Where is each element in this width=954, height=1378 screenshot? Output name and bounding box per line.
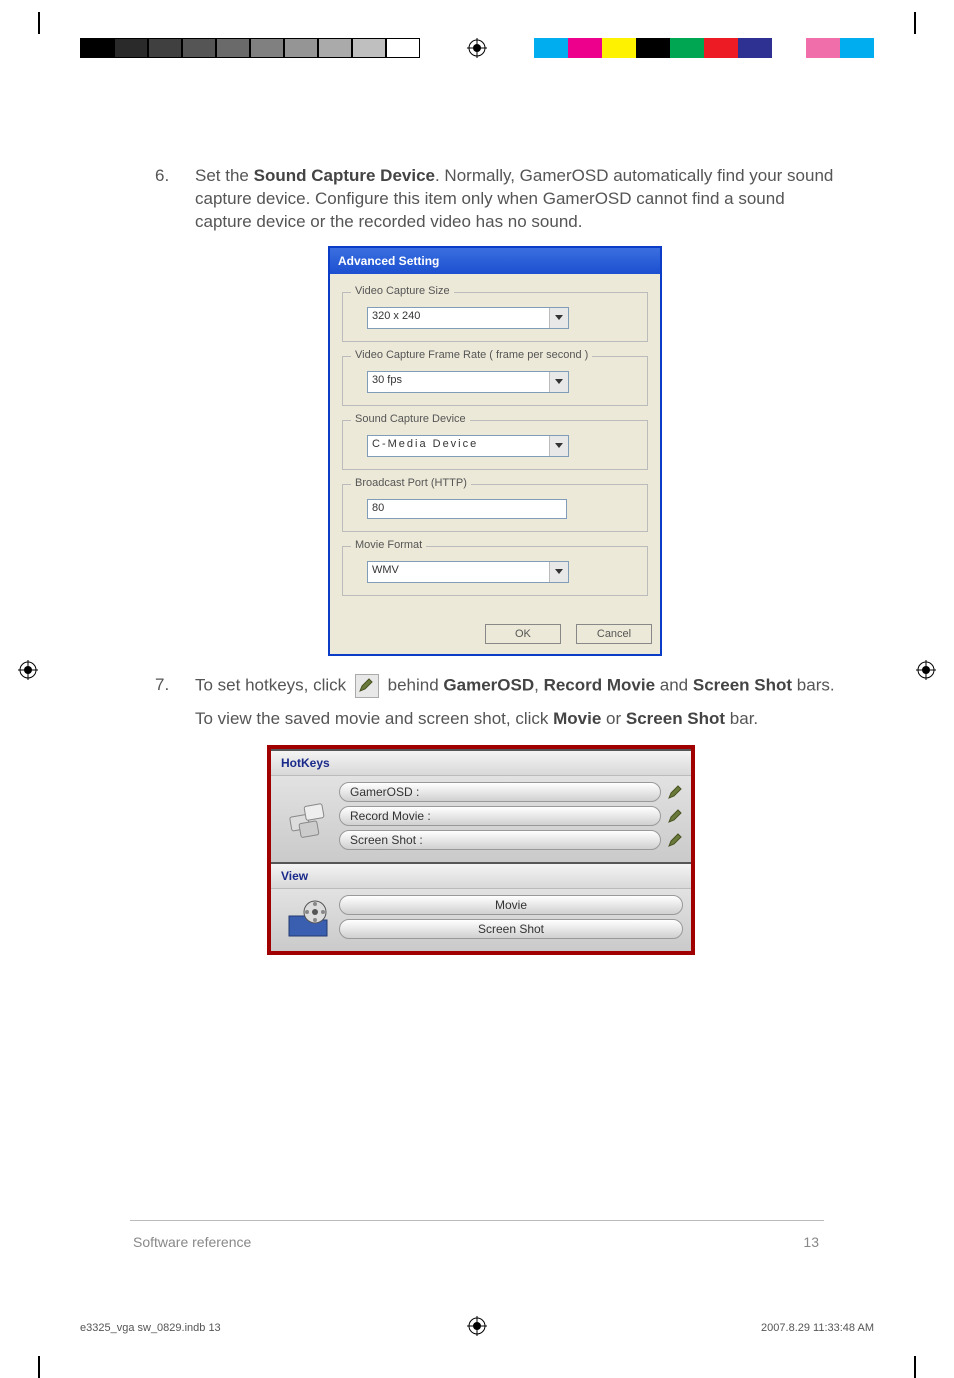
view-movie-bar[interactable]: Movie — [339, 895, 683, 915]
footer-rule — [130, 1220, 824, 1221]
combo-value: 320 x 240 — [368, 308, 549, 328]
hotkey-record-movie-bar[interactable]: Record Movie : — [339, 806, 661, 826]
broadcast-port-input[interactable]: 80 — [367, 499, 567, 519]
group-video-capture-size: Video Capture Size 320 x 240 — [342, 292, 648, 342]
t: To set hotkeys, click — [195, 675, 351, 694]
step-text: To set hotkeys, click behind GamerOSD, R… — [195, 674, 835, 698]
registration-target-right — [916, 660, 936, 680]
chevron-down-icon[interactable] — [549, 562, 568, 582]
legend: Sound Capture Device — [351, 413, 470, 425]
keys-icon — [279, 782, 339, 854]
section-header: View — [271, 864, 691, 889]
legend: Video Capture Frame Rate ( frame per sec… — [351, 349, 592, 361]
t-bold: Sound Capture Device — [254, 166, 435, 185]
video-capture-size-combo[interactable]: 320 x 240 — [367, 307, 569, 329]
legend: Movie Format — [351, 539, 426, 551]
dialog-title: Advanced Setting — [330, 248, 660, 274]
t: To view the saved movie and screen shot,… — [195, 709, 553, 728]
step-number: 6. — [155, 165, 195, 234]
t: and — [655, 675, 693, 694]
hotkey-screen-shot-bar[interactable]: Screen Shot : — [339, 830, 661, 850]
registration-target-bottom — [467, 1316, 487, 1336]
t: bar. — [725, 709, 758, 728]
footer-left: Software reference — [133, 1234, 251, 1250]
t-bold: Screen Shot — [626, 709, 725, 728]
chevron-down-icon[interactable] — [549, 436, 568, 456]
print-footer-file: e3325_vga sw_0829.indb 13 — [80, 1322, 221, 1334]
t: , — [534, 675, 543, 694]
folder-reel-icon — [279, 895, 339, 943]
t-bold: Screen Shot — [693, 675, 792, 694]
pencil-icon[interactable] — [667, 832, 683, 848]
step-text: Set the Sound Capture Device. Normally, … — [195, 165, 835, 234]
section-header: HotKeys — [271, 751, 691, 776]
group-movie-format: Movie Format WMV — [342, 546, 648, 596]
view-screen-shot-bar[interactable]: Screen Shot — [339, 919, 683, 939]
grayscale-swatches — [80, 38, 420, 58]
color-swatches — [534, 38, 874, 58]
t-bold: GamerOSD — [443, 675, 534, 694]
combo-value: C-Media Device — [368, 436, 549, 456]
movie-format-combo[interactable]: WMV — [367, 561, 569, 583]
group-frame-rate: Video Capture Frame Rate ( frame per sec… — [342, 356, 648, 406]
hotkeys-view-panel: HotKeys GamerOSD : — [267, 745, 695, 955]
ok-button[interactable]: OK — [485, 624, 561, 644]
t-bold: Movie — [553, 709, 601, 728]
step-6: 6. Set the Sound Capture Device. Normall… — [155, 165, 835, 234]
registration-target-left — [18, 660, 38, 680]
legend: Video Capture Size — [351, 285, 454, 297]
view-section: View Movie Screen Shot — [271, 862, 691, 951]
sound-capture-combo[interactable]: C-Media Device — [367, 435, 569, 457]
print-footer-date: 2007.8.29 11:33:48 AM — [761, 1322, 874, 1334]
step-7-followup: To view the saved movie and screen shot,… — [195, 708, 835, 731]
cancel-button[interactable]: Cancel — [576, 624, 652, 644]
registration-target-top — [467, 38, 487, 58]
pencil-icon[interactable] — [667, 784, 683, 800]
t: bars. — [792, 675, 835, 694]
hotkey-gamerosd-bar[interactable]: GamerOSD : — [339, 782, 661, 802]
hotkeys-section: HotKeys GamerOSD : — [271, 749, 691, 862]
group-broadcast-port: Broadcast Port (HTTP) 80 — [342, 484, 648, 532]
chevron-down-icon[interactable] — [549, 372, 568, 392]
group-sound-capture-device: Sound Capture Device C-Media Device — [342, 420, 648, 470]
step-7: 7. To set hotkeys, click behind GamerOSD… — [155, 674, 835, 698]
legend: Broadcast Port (HTTP) — [351, 477, 471, 489]
t-bold: Record Movie — [544, 675, 655, 694]
registration-bar — [0, 20, 954, 50]
step-number: 7. — [155, 674, 195, 698]
content-area: 6. Set the Sound Capture Device. Normall… — [155, 165, 835, 955]
page-number: 13 — [803, 1234, 819, 1250]
frame-rate-combo[interactable]: 30 fps — [367, 371, 569, 393]
pencil-icon — [355, 674, 379, 698]
chevron-down-icon[interactable] — [549, 308, 568, 328]
advanced-setting-dialog: Advanced Setting Video Capture Size 320 … — [328, 246, 662, 656]
combo-value: WMV — [368, 562, 549, 582]
t: Set the — [195, 166, 254, 185]
t: or — [601, 709, 626, 728]
pencil-icon[interactable] — [667, 808, 683, 824]
combo-value: 30 fps — [368, 372, 549, 392]
t: behind — [388, 675, 444, 694]
